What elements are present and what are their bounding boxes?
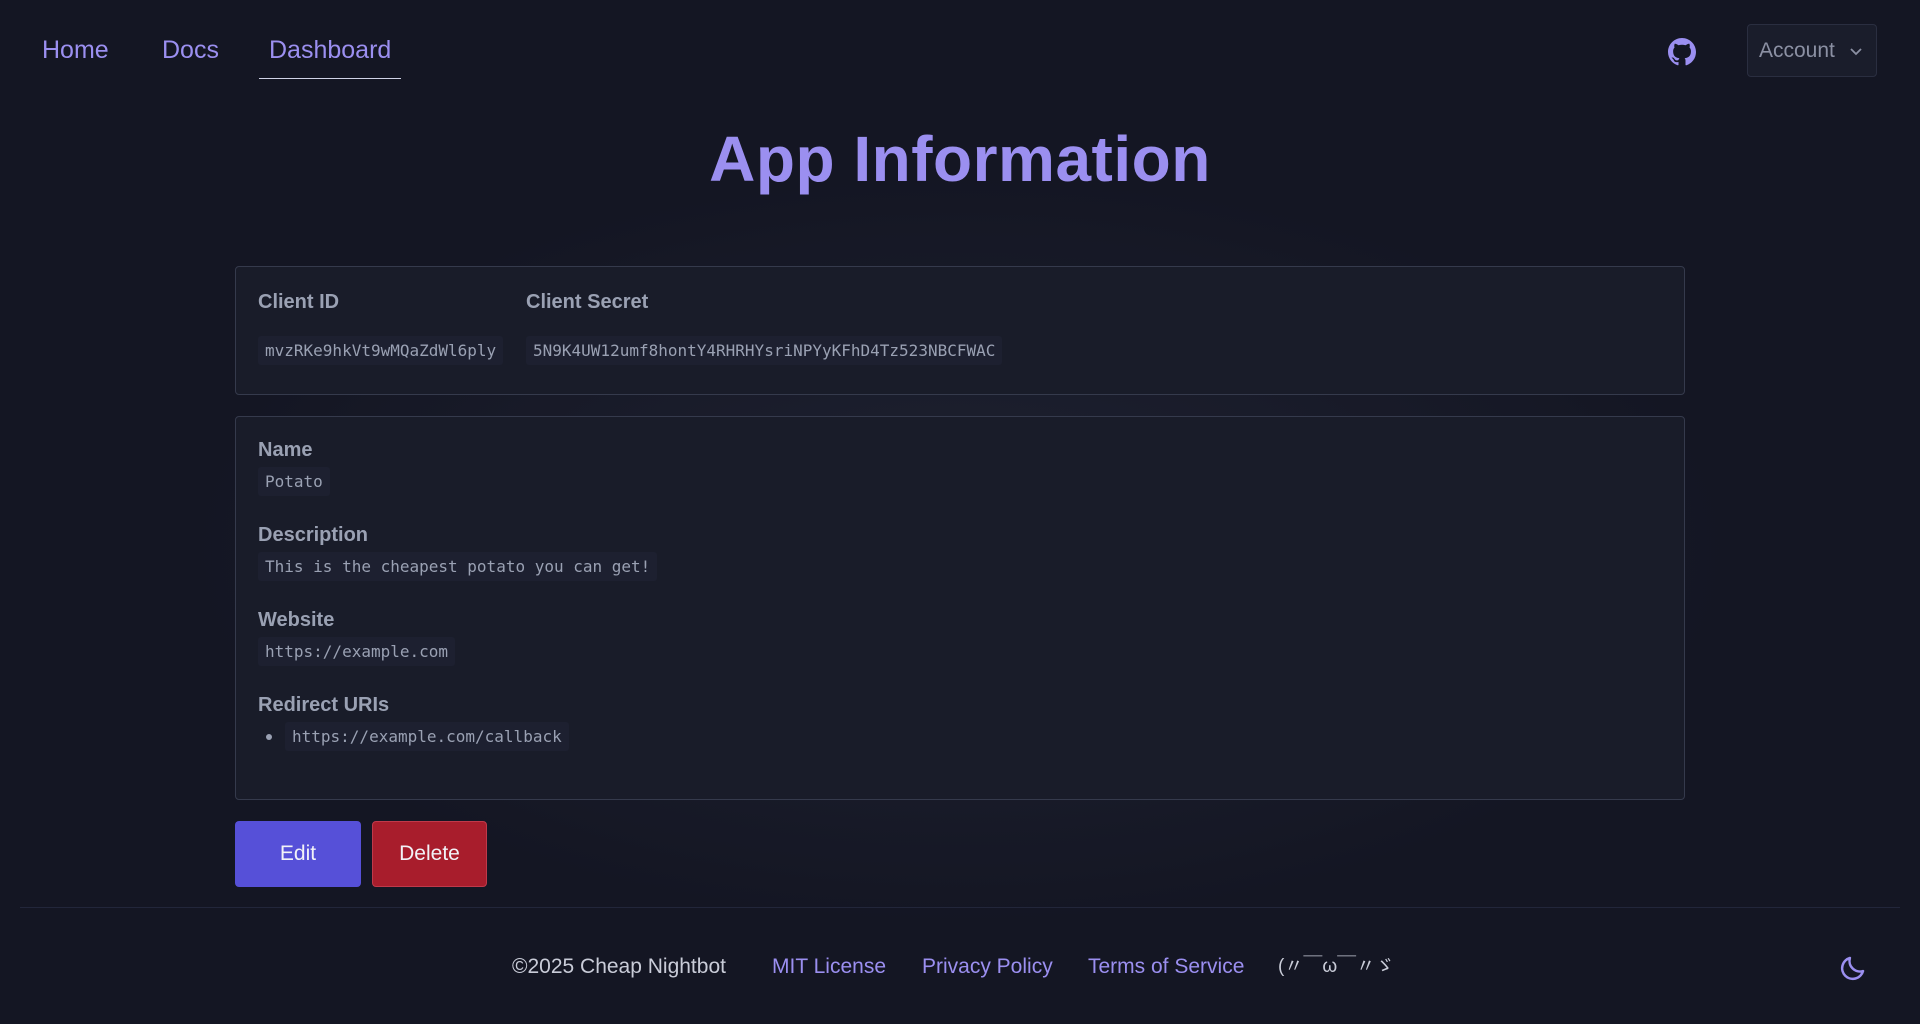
website-label: Website [258,609,335,631]
redirect-uris-label: Redirect URIs [258,694,390,716]
client-id-label: Client ID [258,291,340,313]
website-value: https://example.com [258,637,456,666]
nav-docs-link[interactable]: Docs [162,34,219,66]
description-field: Description This is the cheapest potato … [258,524,658,581]
app-details-card: Name Potato Description This is the chea… [235,416,1685,800]
website-field: Website https://example.com [258,609,456,666]
delete-button[interactable]: Delete [372,821,487,887]
copyright-text: ©2025 Cheap Nightbot [512,955,726,978]
redirect-uris-field: Redirect URIs https://example.com/callba… [258,694,569,751]
client-id-group: Client ID mvzRKe9hkVt9wMQaZdWl6ply [258,291,504,365]
nav-home-link[interactable]: Home [42,34,109,66]
kaomoji-text: (〃￣ω￣〃ゞ [1278,956,1395,977]
name-label: Name [258,439,313,461]
credentials-card: Client ID mvzRKe9hkVt9wMQaZdWl6ply Clien… [235,266,1685,395]
client-secret-group: Client Secret 5N9K4UW12umf8hontY4RHRHYsr… [526,291,1003,365]
description-label: Description [258,524,369,546]
client-secret-label: Client Secret [526,291,649,313]
edit-button[interactable]: Edit [235,821,361,887]
client-id-value: mvzRKe9hkVt9wMQaZdWl6ply [258,336,504,365]
list-item: https://example.com/callback [258,722,569,751]
client-secret-value: 5N9K4UW12umf8hontY4RHRHYsriNPYyKFhD4Tz52… [526,336,1003,365]
redirect-uri-value: https://example.com/callback [285,722,569,751]
chevron-down-icon [1850,47,1862,55]
mit-license-link[interactable]: MIT License [772,953,886,981]
account-label: Account [1759,38,1835,62]
page-title: App Information [709,123,1211,195]
description-value: This is the cheapest potato you can get! [258,552,658,581]
moon-icon[interactable] [1838,953,1868,983]
name-value: Potato [258,467,330,496]
bullet-icon [266,733,272,740]
github-icon[interactable] [1668,38,1696,66]
terms-of-service-link[interactable]: Terms of Service [1088,953,1244,981]
privacy-policy-link[interactable]: Privacy Policy [922,953,1053,981]
footer-divider [20,907,1900,908]
nav-dashboard-link[interactable]: Dashboard [259,34,402,79]
redirect-uris-list: https://example.com/callback [258,722,569,751]
account-dropdown[interactable]: Account [1747,24,1877,77]
top-nav: Home Docs Dashboard Account [0,0,1920,100]
name-field: Name Potato [258,439,330,496]
